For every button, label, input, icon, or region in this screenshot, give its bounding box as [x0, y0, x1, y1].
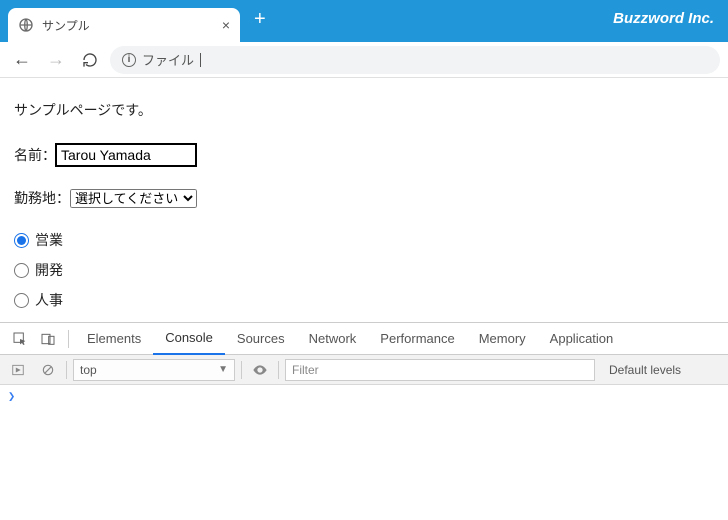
- context-select[interactable]: top ▼: [73, 359, 235, 381]
- location-label: 勤務地：: [14, 188, 70, 208]
- radio-label: 営業: [35, 230, 63, 250]
- close-icon[interactable]: ×: [222, 17, 230, 33]
- brand-label: Buzzword Inc.: [613, 10, 714, 27]
- separator: [241, 361, 242, 379]
- devtools-tab-sources[interactable]: Sources: [225, 323, 297, 355]
- radio-row[interactable]: 人事: [14, 290, 714, 310]
- radio-input[interactable]: [14, 293, 29, 308]
- filter-input[interactable]: Filter: [285, 359, 595, 381]
- console-toolbar: top ▼ Filter Default levels: [0, 355, 728, 385]
- radio-label: 開発: [35, 260, 63, 280]
- separator: [66, 361, 67, 379]
- globe-icon: [18, 17, 34, 33]
- devtools-tab-elements[interactable]: Elements: [75, 323, 153, 355]
- address-text: ファイル: [142, 50, 194, 69]
- tab-title: サンプル: [42, 17, 214, 34]
- devtools-tabs: ElementsConsoleSourcesNetworkPerformance…: [0, 323, 728, 355]
- browser-titlebar: サンプル × + Buzzword Inc.: [0, 0, 728, 42]
- radio-label: 人事: [35, 290, 63, 310]
- text-cursor: [200, 53, 201, 67]
- address-bar[interactable]: i ファイル: [110, 46, 720, 74]
- browser-tab[interactable]: サンプル ×: [8, 8, 240, 42]
- devtools-tab-performance[interactable]: Performance: [368, 323, 466, 355]
- new-tab-button[interactable]: +: [254, 8, 266, 35]
- name-input[interactable]: [56, 144, 196, 166]
- devtools-tab-memory[interactable]: Memory: [467, 323, 538, 355]
- radio-row[interactable]: 開発: [14, 260, 714, 280]
- devtools-panel: ElementsConsoleSourcesNetworkPerformance…: [0, 322, 728, 520]
- radio-input[interactable]: [14, 263, 29, 278]
- reload-button[interactable]: [76, 46, 104, 74]
- separator: [278, 361, 279, 379]
- devtools-tab-network[interactable]: Network: [297, 323, 369, 355]
- eye-icon[interactable]: [248, 358, 272, 382]
- clear-icon[interactable]: [36, 358, 60, 382]
- name-label: 名前：: [14, 145, 56, 165]
- console-output[interactable]: [0, 385, 728, 520]
- devtools-tab-application[interactable]: Application: [538, 323, 626, 355]
- play-icon[interactable]: [6, 358, 30, 382]
- separator: [68, 330, 69, 348]
- page-heading: サンプルページです。: [14, 100, 714, 120]
- inspect-icon[interactable]: [6, 325, 34, 353]
- devtools-tab-console[interactable]: Console: [153, 323, 225, 355]
- forward-button: →: [42, 46, 70, 74]
- location-select[interactable]: 選択してください: [70, 189, 197, 208]
- radio-input[interactable]: [14, 233, 29, 248]
- back-button[interactable]: ←: [8, 46, 36, 74]
- radio-row[interactable]: 営業: [14, 230, 714, 250]
- chevron-down-icon: ▼: [218, 364, 228, 375]
- console-prompt: [8, 389, 19, 403]
- browser-toolbar: ← → i ファイル: [0, 42, 728, 78]
- info-icon: i: [122, 53, 136, 67]
- levels-select[interactable]: Default levels: [609, 363, 681, 377]
- device-icon[interactable]: [34, 325, 62, 353]
- page-content: サンプルページです。 名前： 勤務地： 選択してください 営業開発人事: [0, 78, 728, 342]
